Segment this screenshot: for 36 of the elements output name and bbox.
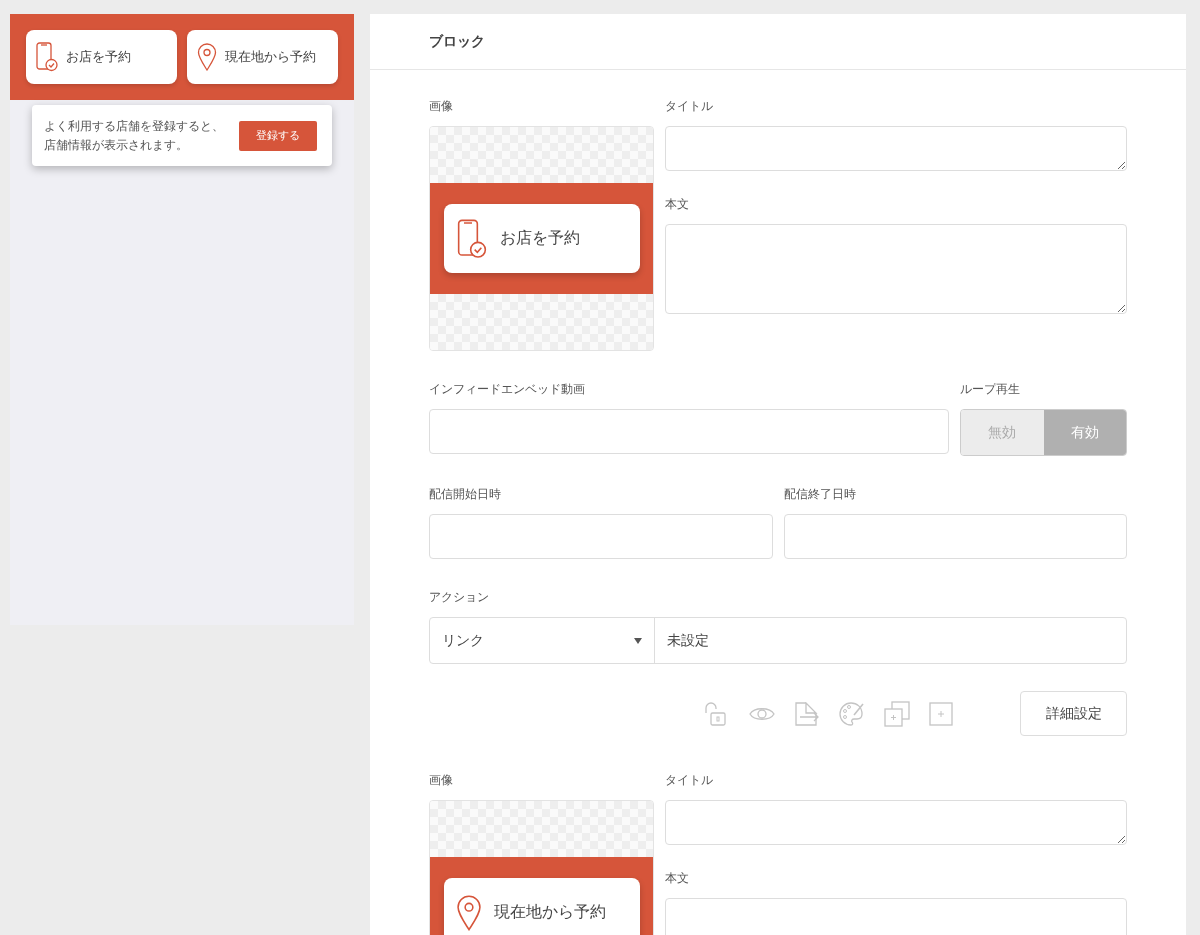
start-date-field[interactable] [429,514,773,559]
phone-check-icon [36,42,58,72]
reserve-button[interactable]: お店を予約 [26,30,177,84]
end-date-field[interactable] [783,514,1127,559]
map-pin-icon [455,894,482,931]
field-label: ループ再生 [960,381,1021,397]
field-label: 本文 [665,196,690,212]
field-label: 画像 [429,772,454,788]
phone-check-icon [455,218,488,259]
export-icon[interactable] [794,701,820,726]
detail-settings-button[interactable]: 詳細設定 [1020,691,1127,736]
image-preview[interactable]: お店を予約 [429,126,654,351]
map-pin-icon [197,43,217,71]
body-field[interactable] [665,224,1127,314]
video-field[interactable] [429,409,949,454]
duplicate-icon[interactable] [884,700,910,727]
field-label: タイトル [665,98,714,114]
field-label: 配信終了日時 [783,486,857,502]
reserve-button-image: 現在地から予約 [443,878,640,935]
field-label: 画像 [429,98,454,114]
panel-title: ブロック [429,32,485,51]
reserve-button[interactable]: 現在地から予約 [187,30,338,84]
field-label: 配信開始日時 [429,486,502,502]
field-label: タイトル [665,772,714,788]
image-preview[interactable]: 現在地から予約 [429,800,654,935]
title-field[interactable] [665,126,1127,171]
notice-text: よく利用する店舗を登録すると、店舗情報が表示されます。 [44,117,225,154]
eye-icon[interactable] [749,705,775,722]
add-icon[interactable] [929,701,953,726]
reserve-button-image: お店を予約 [443,204,640,273]
field-label: アクション [429,589,490,605]
field-label: 本文 [665,870,690,886]
field-label: インフィードエンベッド動画 [429,381,586,397]
palette-icon[interactable] [839,701,865,726]
register-button[interactable]: 登録する [239,120,317,151]
title-field[interactable] [665,800,1127,845]
